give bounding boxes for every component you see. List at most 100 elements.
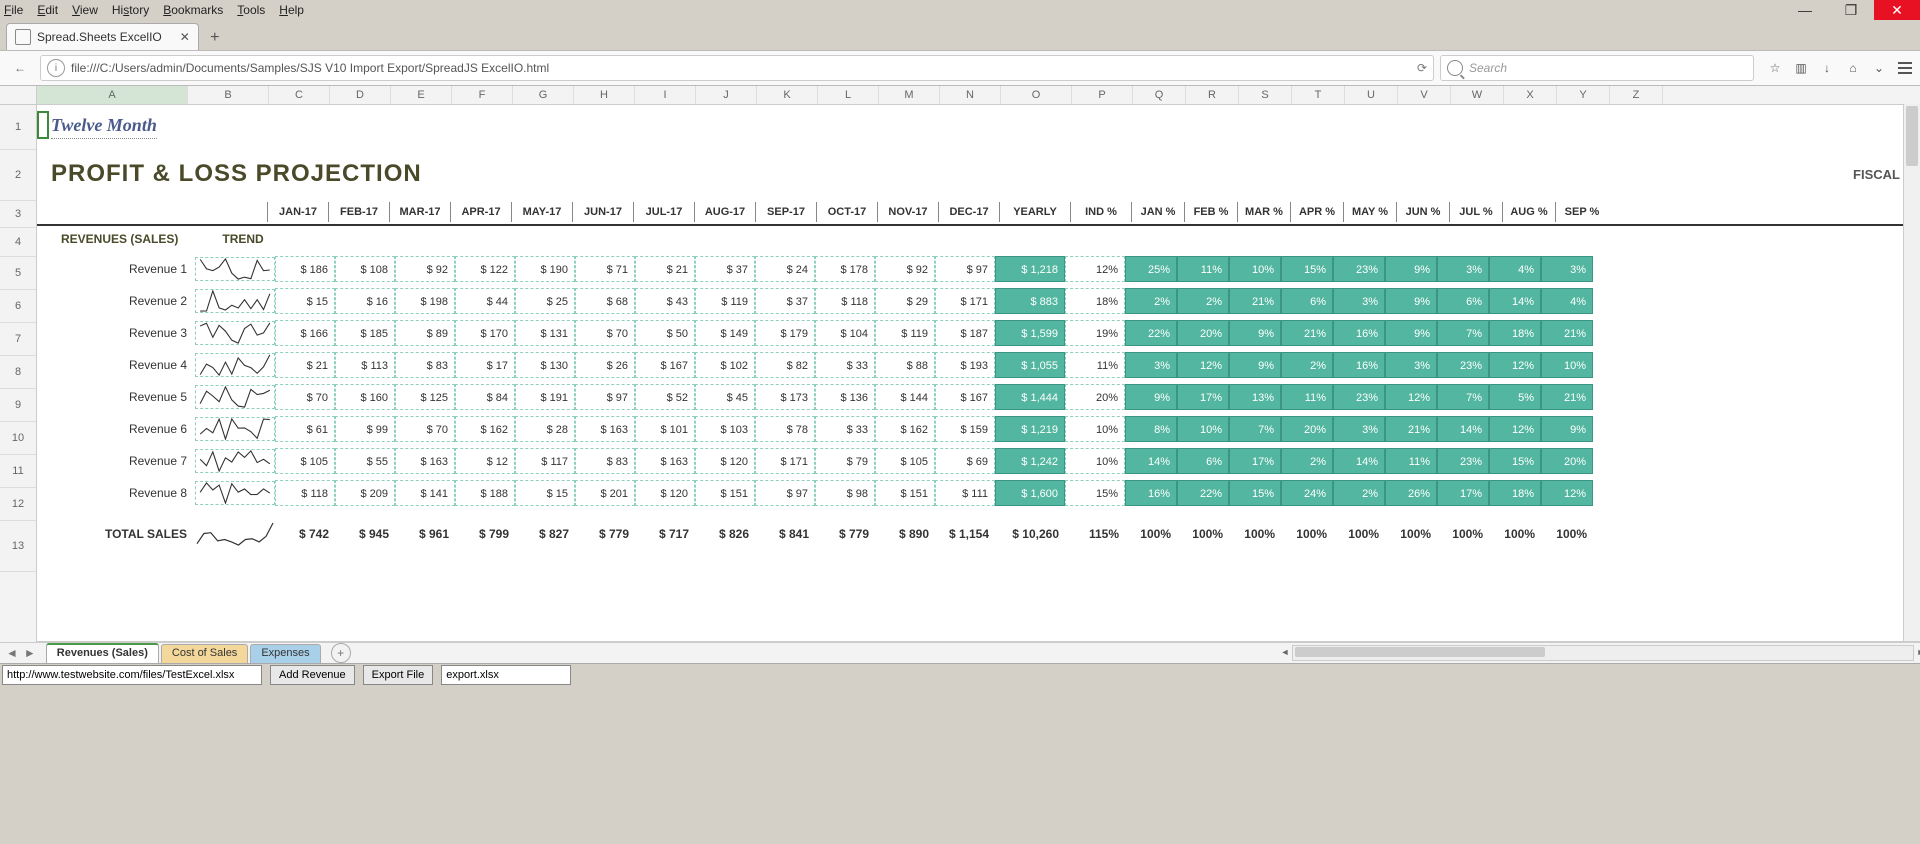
data-cell[interactable]: $ 103: [695, 416, 755, 442]
tab-close-icon[interactable]: ✕: [180, 30, 190, 44]
data-cell[interactable]: 3%: [1333, 288, 1385, 314]
url-bar[interactable]: i file:///C:/Users/admin/Documents/Sampl…: [40, 55, 1434, 81]
data-cell[interactable]: 9%: [1385, 320, 1437, 346]
data-cell[interactable]: $ 37: [755, 288, 815, 314]
data-cell[interactable]: $ 24: [755, 256, 815, 282]
data-cell[interactable]: $ 92: [875, 256, 935, 282]
data-cell[interactable]: 18%: [1489, 480, 1541, 506]
data-cell[interactable]: 2%: [1333, 480, 1385, 506]
row-header-11[interactable]: 11: [0, 455, 36, 488]
data-cell[interactable]: 16%: [1333, 320, 1385, 346]
data-cell[interactable]: $ 97: [755, 480, 815, 506]
col-header-S[interactable]: S: [1239, 86, 1292, 104]
data-cell[interactable]: $ 104: [815, 320, 875, 346]
data-cell[interactable]: 3%: [1437, 256, 1489, 282]
data-cell[interactable]: 20%: [1177, 320, 1229, 346]
pocket-icon[interactable]: ⌄: [1870, 59, 1888, 77]
data-cell[interactable]: 3%: [1541, 256, 1593, 282]
data-cell[interactable]: $ 141: [395, 480, 455, 506]
data-cell[interactable]: $ 83: [395, 352, 455, 378]
data-cell[interactable]: 11%: [1065, 352, 1125, 378]
data-cell[interactable]: 15%: [1065, 480, 1125, 506]
data-cell[interactable]: $ 33: [815, 416, 875, 442]
data-cell[interactable]: $ 144: [875, 384, 935, 410]
data-cell[interactable]: $ 191: [515, 384, 575, 410]
data-cell[interactable]: 2%: [1125, 288, 1177, 314]
col-header-T[interactable]: T: [1292, 86, 1345, 104]
data-cell[interactable]: $ 162: [455, 416, 515, 442]
data-cell[interactable]: $ 163: [395, 448, 455, 474]
data-cell[interactable]: $ 68: [575, 288, 635, 314]
data-cell[interactable]: 9%: [1125, 384, 1177, 410]
data-cell[interactable]: 22%: [1125, 320, 1177, 346]
data-cell[interactable]: $ 43: [635, 288, 695, 314]
col-header-G[interactable]: G: [513, 86, 574, 104]
data-cell[interactable]: $ 187: [935, 320, 995, 346]
col-header-U[interactable]: U: [1345, 86, 1398, 104]
data-cell[interactable]: 23%: [1437, 448, 1489, 474]
data-cell[interactable]: 14%: [1437, 416, 1489, 442]
data-cell[interactable]: $ 125: [395, 384, 455, 410]
data-cell[interactable]: $ 1,055: [995, 352, 1065, 378]
col-header-R[interactable]: R: [1186, 86, 1239, 104]
data-cell[interactable]: 6%: [1177, 448, 1229, 474]
data-cell[interactable]: 11%: [1385, 448, 1437, 474]
data-cell[interactable]: 20%: [1541, 448, 1593, 474]
data-cell[interactable]: $ 171: [755, 448, 815, 474]
back-button[interactable]: ←: [6, 54, 34, 82]
data-cell[interactable]: $ 122: [455, 256, 515, 282]
data-cell[interactable]: $ 118: [275, 480, 335, 506]
sheet-tab-revenues[interactable]: Revenues (Sales): [46, 643, 159, 663]
data-cell[interactable]: $ 120: [635, 480, 695, 506]
data-cell[interactable]: 17%: [1229, 448, 1281, 474]
col-header-M[interactable]: M: [879, 86, 940, 104]
data-cell[interactable]: 18%: [1065, 288, 1125, 314]
data-cell[interactable]: 15%: [1489, 448, 1541, 474]
data-cell[interactable]: $ 29: [875, 288, 935, 314]
data-cell[interactable]: 8%: [1125, 416, 1177, 442]
data-cell[interactable]: $ 130: [515, 352, 575, 378]
export-filename-input[interactable]: [441, 665, 571, 685]
data-cell[interactable]: $ 102: [695, 352, 755, 378]
col-header-V[interactable]: V: [1398, 86, 1451, 104]
data-cell[interactable]: 9%: [1541, 416, 1593, 442]
data-cell[interactable]: 20%: [1281, 416, 1333, 442]
data-cell[interactable]: $ 25: [515, 288, 575, 314]
col-header-J[interactable]: J: [696, 86, 757, 104]
menu-edit[interactable]: Edit: [37, 3, 58, 17]
col-header-F[interactable]: F: [452, 86, 513, 104]
row-header-1[interactable]: 1: [0, 105, 36, 150]
reload-icon[interactable]: ⟳: [1417, 61, 1427, 75]
vertical-scroll-thumb[interactable]: [1906, 106, 1918, 166]
data-cell[interactable]: $ 97: [575, 384, 635, 410]
data-cell[interactable]: 10%: [1065, 448, 1125, 474]
data-cell[interactable]: $ 83: [575, 448, 635, 474]
data-cell[interactable]: 2%: [1281, 352, 1333, 378]
sheet-content[interactable]: Twelve MonthPROFIT & LOSS PROJECTIONFISC…: [37, 105, 1920, 642]
data-cell[interactable]: $ 131: [515, 320, 575, 346]
data-cell[interactable]: $ 186: [275, 256, 335, 282]
menu-history[interactable]: History: [112, 3, 149, 17]
data-cell[interactable]: $ 79: [815, 448, 875, 474]
add-sheet-button[interactable]: +: [331, 643, 351, 663]
data-cell[interactable]: 15%: [1229, 480, 1281, 506]
menu-help[interactable]: Help: [279, 3, 304, 17]
data-cell[interactable]: 12%: [1489, 416, 1541, 442]
add-revenue-button[interactable]: Add Revenue: [270, 665, 355, 685]
data-cell[interactable]: 12%: [1065, 256, 1125, 282]
window-close-button[interactable]: ✕: [1874, 0, 1920, 20]
data-cell[interactable]: $ 12: [455, 448, 515, 474]
data-cell[interactable]: 7%: [1437, 384, 1489, 410]
data-cell[interactable]: $ 92: [395, 256, 455, 282]
data-cell[interactable]: $ 55: [335, 448, 395, 474]
row-header-7[interactable]: 7: [0, 323, 36, 356]
data-cell[interactable]: $ 120: [695, 448, 755, 474]
horizontal-scroll-thumb[interactable]: [1295, 647, 1545, 657]
col-header-P[interactable]: P: [1072, 86, 1133, 104]
data-cell[interactable]: $ 37: [695, 256, 755, 282]
data-cell[interactable]: $ 105: [275, 448, 335, 474]
data-cell[interactable]: $ 193: [935, 352, 995, 378]
data-cell[interactable]: 5%: [1489, 384, 1541, 410]
library-icon[interactable]: ▥: [1792, 59, 1810, 77]
data-cell[interactable]: $ 209: [335, 480, 395, 506]
